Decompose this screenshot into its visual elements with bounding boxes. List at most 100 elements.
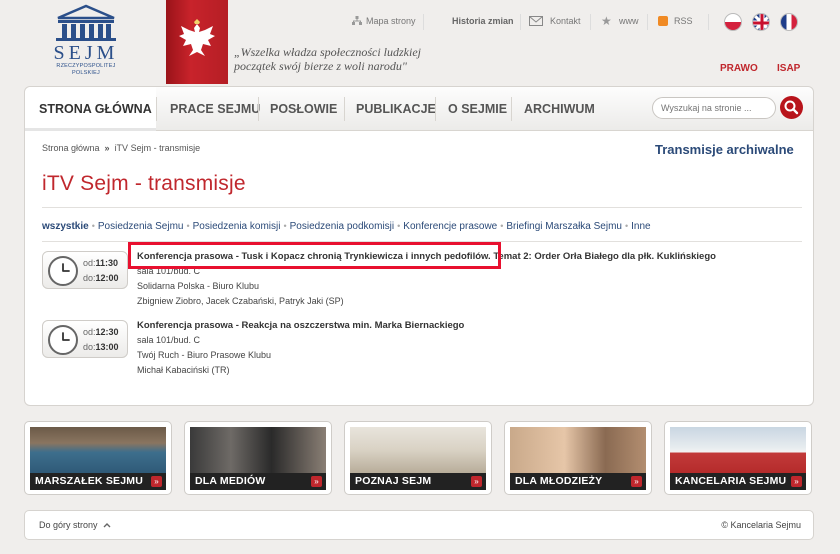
- filter-posiedzenia-komisji[interactable]: Posiedzenia komisji: [193, 221, 281, 232]
- filter-wszystkie[interactable]: wszystkie: [42, 221, 89, 232]
- chevron-right-icon: »: [631, 476, 642, 487]
- nav-divider: [344, 97, 345, 121]
- filter-briefingi[interactable]: Briefingi Marszałka Sejmu: [506, 221, 622, 232]
- banner-label: DLA MŁODZIEŻY: [510, 473, 646, 490]
- divider: [423, 14, 424, 30]
- filter-separator: •: [91, 221, 95, 231]
- back-to-top-label: Do góry strony: [39, 520, 98, 530]
- www-label: www: [619, 16, 639, 26]
- event-times: od:11:30 do:12:00: [83, 256, 119, 286]
- parliament-building-icon: [56, 4, 116, 41]
- banner-kancelaria[interactable]: KANCELARIA SEJMU »: [664, 421, 812, 495]
- main-nav: STRONA GŁÓWNA PRACE SEJMU POSŁOWIE PUBLI…: [25, 87, 813, 131]
- nav-divider: [435, 97, 436, 121]
- english-flag-icon[interactable]: [752, 13, 770, 31]
- clock-icon: [48, 325, 78, 355]
- nav-item-publikacje[interactable]: PUBLIKACJE: [356, 87, 436, 131]
- breadcrumb-separator: »: [104, 143, 110, 153]
- star-icon: ★: [601, 14, 612, 28]
- nav-divider: [511, 97, 512, 121]
- sitemap-link[interactable]: Mapa strony: [352, 16, 416, 26]
- white-eagle-icon: [179, 19, 215, 56]
- search-icon: [784, 100, 799, 115]
- event-end-time: 13:00: [95, 342, 119, 352]
- filter-posiedzenia-podkomisji[interactable]: Posiedzenia podkomisji: [290, 221, 395, 232]
- banner-media[interactable]: DLA MEDIÓW »: [184, 421, 332, 495]
- filter-bar: wszystkie • Posiedzenia Sejmu • Posiedzenia …: [42, 221, 651, 232]
- filter-separator: •: [283, 221, 287, 231]
- chevron-up-icon: [103, 523, 111, 528]
- filter-konferencje-prasowe[interactable]: Konferencje prasowe: [403, 221, 497, 232]
- from-label: od:: [83, 258, 96, 268]
- search-input[interactable]: [652, 97, 776, 119]
- event-end-time: 12:00: [95, 273, 119, 283]
- breadcrumb-home[interactable]: Strona główna: [42, 143, 100, 153]
- divider: [647, 14, 648, 30]
- nav-item-prace-sejmu[interactable]: PRACE SEJMU: [170, 87, 260, 131]
- rss-label: RSS: [674, 16, 693, 26]
- breadcrumb-current: iTV Sejm - transmisje: [114, 143, 201, 153]
- back-to-top-link[interactable]: Do góry strony: [39, 520, 111, 530]
- french-flag-icon[interactable]: [780, 13, 798, 31]
- chevron-right-icon: »: [311, 476, 322, 487]
- banner-image: [510, 427, 646, 473]
- divider: [520, 14, 521, 30]
- banner-label: DLA MEDIÓW: [190, 473, 326, 490]
- history-label: Historia zmian: [452, 16, 514, 26]
- sitemap-label: Mapa strony: [366, 16, 416, 26]
- logo-subtitle-2: POLSKIEJ: [72, 70, 100, 76]
- filter-posiedzenia-sejmu[interactable]: Posiedzenia Sejmu: [98, 221, 184, 232]
- history-link[interactable]: Historia zmian: [452, 16, 514, 26]
- chevron-right-icon: »: [471, 476, 482, 487]
- motto-line-2: początek swój bierze z woli narodu": [234, 59, 407, 73]
- nav-divider: [258, 97, 259, 121]
- time-box: od:11:30 do:12:00: [42, 251, 128, 289]
- filter-separator: •: [625, 221, 629, 231]
- envelope-icon: [529, 16, 543, 26]
- banner-image: [190, 427, 326, 473]
- divider: [42, 207, 802, 208]
- nav-item-archiwum[interactable]: ARCHIWUM: [524, 87, 595, 131]
- sejm-logo[interactable]: SEJM RZECZYPOSPOLITEJ POLSKIEJ: [48, 4, 124, 84]
- nav-item-o-sejmie[interactable]: O SEJMIE: [448, 87, 507, 131]
- event-organizer: Twój Ruch - Biuro Prasowe Klubu: [137, 350, 272, 360]
- logo-subtitle-1: RZECZYPOSPOLITEJ: [56, 63, 116, 69]
- event-title[interactable]: Konferencja prasowa - Tusk i Kopacz chro…: [137, 251, 716, 262]
- event-title[interactable]: Konferencja prasowa - Reakcja na oszczer…: [137, 320, 464, 331]
- nav-divider: [156, 97, 157, 121]
- event-start-time: 12:30: [95, 327, 119, 337]
- sitemap-icon: [352, 16, 362, 25]
- banner-poznaj-sejm[interactable]: POZNAJ SEJM »: [344, 421, 492, 495]
- flag-emblem: [166, 0, 228, 84]
- time-box: od:12:30 do:13:00: [42, 320, 128, 358]
- polish-flag-icon[interactable]: [724, 13, 742, 31]
- www-link[interactable]: ★ www: [601, 14, 639, 28]
- contact-link[interactable]: Kontakt: [526, 16, 581, 26]
- event-times: od:12:30 do:13:00: [83, 325, 119, 355]
- from-label: od:: [83, 327, 96, 337]
- filter-separator: •: [500, 221, 504, 231]
- event-people: Zbigniew Ziobro, Jacek Czabański, Patryk…: [137, 296, 344, 306]
- event-room: sala 101/bud. C: [137, 335, 201, 345]
- chevron-right-icon: »: [791, 476, 802, 487]
- copyright: © Kancelaria Sejmu: [721, 520, 801, 530]
- content-panel: STRONA GŁÓWNA PRACE SEJMU POSŁOWIE PUBLI…: [24, 86, 814, 406]
- isap-link[interactable]: ISAP: [777, 63, 800, 74]
- divider: [42, 241, 802, 242]
- event-start-time: 11:30: [95, 258, 119, 268]
- filter-inne[interactable]: Inne: [631, 221, 650, 232]
- clock-icon: [48, 256, 78, 286]
- banner-image: [670, 427, 806, 473]
- rss-link[interactable]: RSS: [658, 16, 693, 26]
- archive-transmissions-link[interactable]: Transmisje archiwalne: [655, 142, 794, 157]
- banner-mlodziez[interactable]: DLA MŁODZIEŻY »: [504, 421, 652, 495]
- rss-icon: [658, 16, 668, 26]
- nav-item-strona-glowna[interactable]: STRONA GŁÓWNA: [25, 87, 156, 131]
- prawo-link[interactable]: PRAWO: [720, 63, 758, 74]
- banner-label: MARSZAŁEK SEJMU: [30, 473, 166, 490]
- banner-label: KANCELARIA SEJMU: [670, 473, 806, 490]
- banner-marszalek[interactable]: MARSZAŁEK SEJMU »: [24, 421, 172, 495]
- nav-item-poslowie[interactable]: POSŁOWIE: [270, 87, 337, 131]
- search-button[interactable]: [780, 96, 803, 119]
- breadcrumb: Strona główna » iTV Sejm - transmisje: [42, 143, 200, 153]
